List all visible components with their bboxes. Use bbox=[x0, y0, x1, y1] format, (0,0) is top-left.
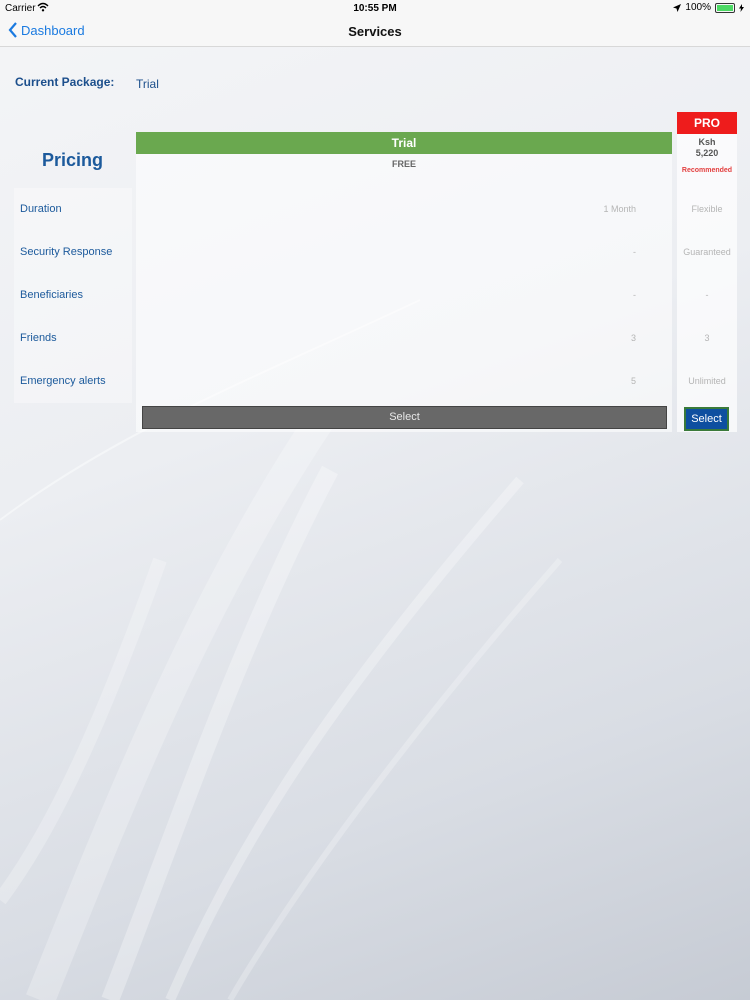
trial-plan-price: FREE bbox=[391, 159, 416, 169]
select-pro-button[interactable]: Select bbox=[684, 407, 729, 431]
pro-plan-price: 5,220 bbox=[695, 148, 719, 158]
pro-emergency-alerts-value: Unlimited bbox=[688, 376, 726, 386]
trial-security-response-value: - bbox=[633, 247, 636, 257]
status-time: 10:55 PM bbox=[353, 3, 397, 14]
row-label-emergency-alerts: Emergency alerts bbox=[14, 360, 132, 403]
current-package-label: Current Package: bbox=[15, 75, 115, 89]
battery-percent: 100% bbox=[685, 2, 711, 13]
row-label-beneficiaries: Beneficiaries bbox=[14, 274, 132, 317]
current-package-value: Trial bbox=[136, 77, 159, 91]
charging-icon bbox=[739, 3, 744, 12]
location-arrow-icon bbox=[673, 3, 682, 12]
select-trial-button[interactable]: Select bbox=[142, 406, 667, 429]
trial-plan-values: 1 Month - - 3 5 bbox=[136, 188, 672, 403]
pro-security-response-value: Guaranteed bbox=[683, 247, 731, 257]
pro-duration-value: Flexible bbox=[691, 204, 723, 214]
pro-plan-values: Flexible Guaranteed - 3 Unlimited bbox=[677, 188, 737, 403]
navigation-bar: Dashboard Services bbox=[0, 16, 750, 47]
trial-beneficiaries-value: - bbox=[633, 290, 636, 300]
pricing-title: Pricing bbox=[41, 150, 103, 170]
status-bar: Carrier 10:55 PM 100% bbox=[0, 0, 750, 16]
trial-duration-value: 1 Month bbox=[603, 204, 636, 214]
trial-emergency-alerts-value: 5 bbox=[630, 376, 636, 386]
row-label-duration: Duration bbox=[14, 188, 132, 231]
pro-friends-value: 3 bbox=[704, 333, 710, 343]
trial-friends-value: 3 bbox=[630, 333, 636, 343]
status-right: 100% bbox=[673, 2, 744, 13]
recommended-badge: Recommended bbox=[681, 167, 733, 174]
pro-beneficiaries-value: - bbox=[705, 290, 709, 300]
page-title: Services bbox=[348, 24, 402, 39]
battery-icon bbox=[715, 2, 735, 13]
feature-labels: Duration Security Response Beneficiaries… bbox=[14, 188, 132, 403]
trial-plan-header: Trial bbox=[136, 132, 672, 154]
row-label-security-response: Security Response bbox=[14, 231, 132, 274]
pro-plan-column: PRO Ksh 5,220 Recommended Flexible Guara… bbox=[677, 112, 737, 432]
trial-plan-column: Trial FREE 1 Month - - 3 5 Select bbox=[136, 132, 672, 432]
pro-plan-currency: Ksh bbox=[698, 137, 716, 147]
pro-plan-header: PRO bbox=[677, 112, 737, 134]
row-label-friends: Friends bbox=[14, 317, 132, 360]
